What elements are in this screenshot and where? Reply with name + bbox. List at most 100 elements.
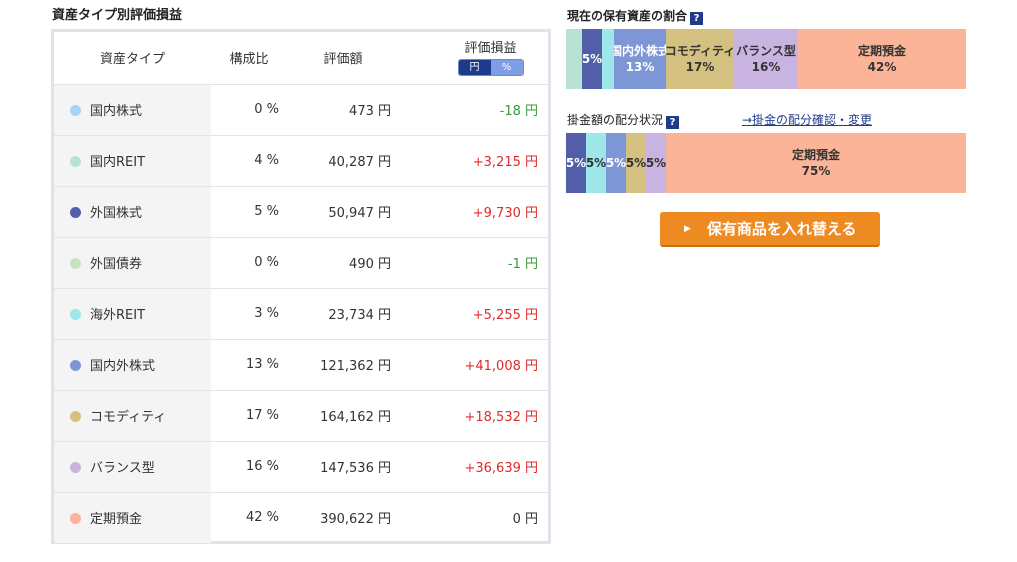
ratio-cell: 5 % [211,186,287,238]
segment-percent: 5% [626,156,646,170]
table-row: 海外REIT 3 % 23,734 円 +5,255 円 [54,288,548,340]
segment-label: バランス型 [736,44,796,58]
value-cell: 490 円 [287,237,399,289]
holding_ratio-segment [566,29,582,89]
allocation-title-text: 掛金額の配分状況 [567,113,664,127]
table-row: 国内REIT 4 % 40,287 円 +3,215 円 [54,135,548,187]
table-row: 国内株式 0 % 473 円 -18 円 [54,84,548,136]
asset-name: 定期預金 [90,512,143,528]
asset-name: 海外REIT [90,308,146,323]
gain-cell: +18,532 円 [399,390,548,442]
gain-cell: +3,215 円 [399,135,548,187]
holding_ratio-segment [602,29,614,89]
table-row: コモディティ 17 % 164,162 円 +18,532 円 [54,390,548,442]
value-cell: 164,162 円 [287,390,399,442]
allocation-bar: 5% 5% 5% 5% 5% 定期預金 75% [566,133,966,193]
ratio-cell: 0 % [211,84,287,136]
holding_ratio-segment: バランス型 16% [734,29,798,89]
legend-dot-icon [70,309,81,320]
segment-percent: 5% [646,156,666,170]
gain-cell: -18 円 [399,84,548,136]
table-row: 外国株式 5 % 50,947 円 +9,730 円 [54,186,548,238]
holding-ratio-title: 現在の保有資産の割合? [567,7,704,25]
asset-name-cell: 外国債券 [54,237,211,289]
legend-dot-icon [70,105,81,116]
legend-dot-icon [70,513,81,525]
asset-name-cell: 国内外株式 [54,339,211,391]
header-asset-type: 資産タイプ [54,32,211,85]
asset-name-cell: 海外REIT [54,288,211,340]
gain-unit-toggle[interactable]: 円 % [457,59,524,77]
allocation-segment: 5% [586,133,606,193]
asset-type-table-container: 資産タイプ 構成比 評価額 評価損益 円 % 国内株式 0 % 473 円 -18 円… [51,29,551,544]
allocation-segment: 5% [566,133,586,193]
legend-dot-icon [70,258,81,269]
holding_ratio-segment: コモディティ 17% [666,29,734,89]
allocation-segment: 5% [626,133,646,193]
legend-dot-icon [70,462,81,473]
segment-label: 定期預金 [791,148,840,162]
holding_ratio-segment: 5% [582,29,602,89]
value-cell: 121,362 円 [287,339,399,391]
swap-holdings-button[interactable]: ▶ 保有商品を入れ替える [660,212,880,247]
ratio-cell: 0 % [211,237,287,289]
gain-cell: +5,255 円 [399,288,548,340]
value-cell: 390,622 円 [320,512,391,528]
value-cell: 147,536 円 [287,441,399,493]
legend-dot-icon [70,360,81,371]
table-row: 定期預金 42 % 390,622 円 0 円 [54,492,548,543]
header-ratio: 構成比 [211,32,287,85]
value-cell: 40,287 円 [287,135,399,187]
play-arrow-icon: ▶ [684,223,691,234]
segment-percent: 16% [751,60,781,74]
value-cell: 50,947 円 [287,186,399,238]
header-value: 評価額 [287,32,399,85]
segment-percent: 17% [685,60,715,74]
allocation-segment: 定期預金 75% [666,133,966,193]
header-gain-label: 評価損益 [464,41,517,57]
allocation-segment: 5% [646,133,666,193]
help-icon[interactable]: ? [690,12,704,25]
ratio-cell: 16 % [211,441,287,493]
holding-ratio-title-text: 現在の保有資産の割合 [567,9,688,23]
legend-dot-icon [70,411,81,422]
asset-name: 国内REIT [90,155,146,170]
gain-cell: +36,639 円 [399,441,548,493]
toggle-percent[interactable]: % [490,60,523,76]
asset-name-cell: 定期預金 [54,492,211,543]
segment-percent: 5% [582,52,602,66]
asset-name: 外国株式 [90,206,143,221]
asset-type-table: 資産タイプ 構成比 評価額 評価損益 円 % 国内株式 0 % 473 円 -18 円… [54,32,548,543]
segment-percent: 75% [801,164,831,178]
gain-cell: -1 円 [399,237,548,289]
toggle-yen[interactable]: 円 [458,60,491,76]
segment-percent: 5% [586,156,606,170]
asset-name-cell: コモディティ [54,390,211,442]
asset-name: コモディティ [90,410,167,425]
segment-percent: 13% [625,60,655,74]
holding-ratio-bar: 5% 国内外株式 13% コモディティ 17% バランス型 16% 定期預金 42% [566,29,966,89]
ratio-cell: 13 % [211,339,287,391]
ratio-cell: 17 % [211,390,287,442]
table-header-row: 資産タイプ 構成比 評価額 評価損益 円 % [54,32,548,85]
asset-name: 外国債券 [90,257,143,272]
ratio-cell: 3 % [211,288,287,340]
gain-cell: +9,730 円 [399,186,548,238]
ratio-cell: 42 % [245,510,279,526]
swap-holdings-label: 保有商品を入れ替える [706,220,857,238]
header-gain: 評価損益 円 % [399,32,548,85]
segment-label: コモディティ [666,44,734,58]
ratio-cell: 4 % [211,135,287,187]
segment-percent: 5% [566,156,586,170]
holding_ratio-segment: 国内外株式 13% [614,29,666,89]
value-cell: 473 円 [287,84,399,136]
allocation-change-link[interactable]: →掛金の配分確認・変更 [742,111,872,128]
table-body: 国内株式 0 % 473 円 -18 円国内REIT 4 % 40,287 円 +3,215… [54,84,548,543]
section-title: 資産タイプ別評価損益 [52,8,183,23]
table-row: バランス型 16 % 147,536 円 +36,639 円 [54,441,548,493]
help-icon[interactable]: ? [666,116,680,129]
asset-name: 国内株式 [90,104,143,119]
holding_ratio-segment: 定期預金 42% [798,29,966,89]
table-row: 外国債券 0 % 490 円 -1 円 [54,237,548,289]
asset-name-cell: 国内REIT [54,135,211,187]
